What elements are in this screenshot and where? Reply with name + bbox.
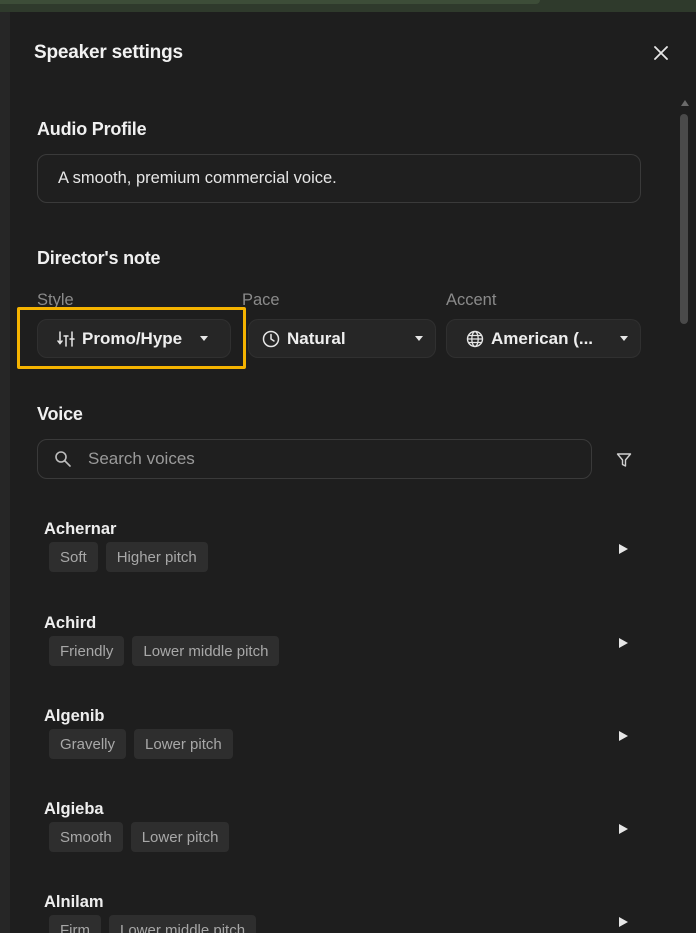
search-field[interactable] [37,439,592,479]
filter-button[interactable] [613,449,635,471]
panel-title: Speaker settings [34,42,183,63]
scroll-up-arrow-icon[interactable] [681,100,689,106]
voice-name: Algieba [44,800,104,818]
voice-tag: Lower pitch [130,822,230,852]
search-input[interactable] [88,449,548,469]
voice-item-algenib[interactable]: Algenib Gravelly Lower pitch [34,707,634,787]
filter-icon [616,453,632,467]
voice-tag: Gravelly [49,729,127,759]
directors-note-heading: Director's note [37,248,161,268]
voice-item-algieba[interactable]: Algieba Smooth Lower pitch [34,800,634,880]
globe-icon [465,329,485,349]
scrollbar-thumb[interactable] [680,114,688,324]
background-left-edge [0,12,10,933]
voice-tag: Lower middle pitch [132,636,280,666]
voice-tag: Smooth [49,822,123,852]
audio-profile-field[interactable]: A smooth, premium commercial voice. [37,154,641,203]
chevron-down-icon [620,336,628,341]
close-button[interactable] [650,42,672,64]
speaker-settings-panel: Speaker settings Audio Profile A smooth,… [10,12,696,933]
voice-heading: Voice [37,404,83,424]
voice-tag: Soft [49,542,98,572]
play-icon [618,917,628,927]
background-window-strip [0,0,696,12]
voice-tag: Firm [49,915,101,933]
audio-profile-heading: Audio Profile [37,119,147,139]
voice-tag: Friendly [49,636,125,666]
accent-value: American (... [491,328,594,348]
chevron-down-icon [415,336,423,341]
voice-tag: Higher pitch [105,542,208,572]
play-button[interactable] [616,542,630,556]
voice-tag: Lower middle pitch [109,915,257,933]
voice-item-alnilam[interactable]: Alnilam Firm Lower middle pitch [34,893,634,933]
sliders-icon [56,329,76,349]
scrollbar[interactable] [680,100,689,933]
play-icon [618,544,628,554]
style-label: Style [37,291,74,309]
voice-name: Achird [44,614,97,632]
voice-item-achernar[interactable]: Achernar Soft Higher pitch [34,520,634,600]
clock-icon [261,329,281,349]
play-icon [618,731,628,741]
pace-label: Pace [242,291,280,309]
chevron-down-icon [200,336,209,341]
play-icon [618,824,628,834]
close-icon [654,46,668,60]
pace-dropdown[interactable]: Natural [248,319,436,358]
voice-name: Alnilam [44,893,104,911]
style-dropdown[interactable]: Promo/Hype [37,319,231,358]
voice-tag: Lower pitch [134,729,233,759]
play-button[interactable] [616,822,630,836]
pace-value: Natural [287,328,346,348]
search-icon [55,451,71,467]
play-icon [618,638,628,648]
voice-item-achird[interactable]: Achird Friendly Lower middle pitch [34,614,634,694]
background-window-bar [0,0,540,4]
accent-dropdown[interactable]: American (... [446,319,641,358]
play-button[interactable] [616,729,630,743]
voice-name: Algenib [44,707,105,725]
accent-label: Accent [446,291,497,309]
voice-name: Achernar [44,520,117,538]
play-button[interactable] [616,915,630,929]
play-button[interactable] [616,636,630,650]
style-value: Promo/Hype [82,328,183,348]
